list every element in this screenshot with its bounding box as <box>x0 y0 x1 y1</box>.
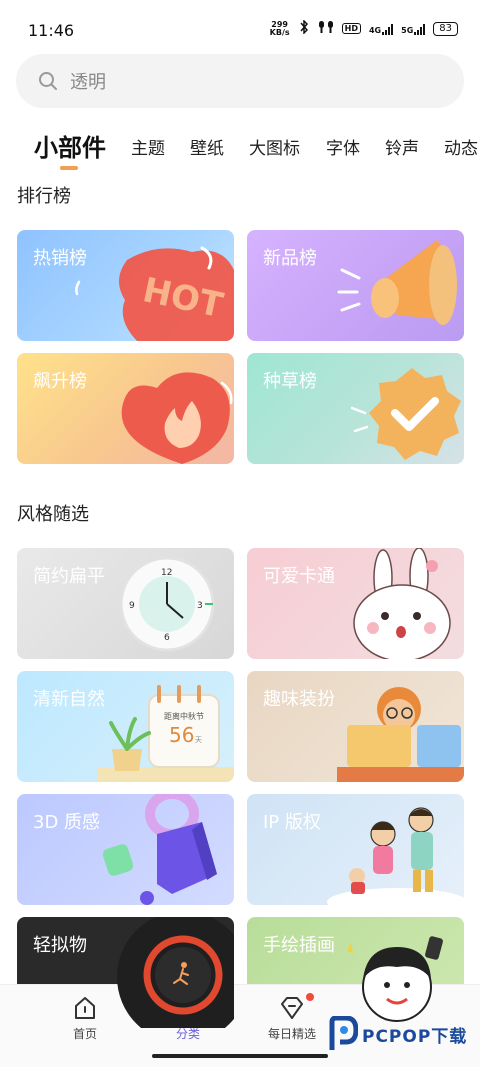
signal-5g: 5G <box>401 23 426 35</box>
tab-indicator <box>60 166 78 170</box>
card-label: 飙升榜 <box>33 371 87 392</box>
tab-wallpapers[interactable]: 壁纸 <box>190 134 224 159</box>
card-label: 趣味装扮 <box>263 689 335 710</box>
card-label: 手绘插画 <box>263 935 335 956</box>
card-rising[interactable]: 飙升榜 <box>17 353 234 464</box>
card-cute-cartoon[interactable]: 可爱卡通 <box>247 548 464 659</box>
card-ip-copyright[interactable]: IP 版权 <box>247 794 464 905</box>
card-label: IP 版权 <box>263 812 321 833</box>
card-label: 种草榜 <box>263 371 317 392</box>
network-speed: 299 KB/s <box>269 20 290 37</box>
search-icon <box>39 72 57 90</box>
tab-widgets[interactable]: 小部件 <box>34 128 106 163</box>
card-label: 新品榜 <box>263 248 317 269</box>
card-label: 3D 质感 <box>33 812 101 833</box>
section-title-style: 风格随选 <box>17 504 89 525</box>
card-new-products[interactable]: 新品榜 <box>247 230 464 341</box>
clock-6: 6 <box>164 633 170 643</box>
card-hot-sales[interactable]: 热销榜 HOT <box>17 230 234 341</box>
speed-unit: KB/s <box>269 27 290 37</box>
clock-9: 9 <box>129 601 135 611</box>
signal-4g: 4G <box>368 23 394 35</box>
card-3d-texture[interactable]: 3D 质感 <box>17 794 234 905</box>
card-neumorphic[interactable]: 轻拟物 <box>17 917 234 1028</box>
bluetooth-icon <box>298 19 310 37</box>
card-fresh-nature[interactable]: 清新自然 距离中秋节 56 天 <box>17 671 234 782</box>
home-indicator[interactable] <box>152 1054 328 1058</box>
card-hand-drawn[interactable]: 手绘插画 <box>247 917 464 1028</box>
net-5g-label: 5G <box>401 25 414 35</box>
category-tabs: 小部件 主题 壁纸 大图标 字体 铃声 动态 <box>0 124 480 172</box>
earbuds-icon <box>318 20 334 37</box>
tab-ringtones[interactable]: 铃声 <box>385 134 419 159</box>
hd-badge: HD <box>341 23 361 34</box>
tab-dynamic[interactable]: 动态 <box>444 134 478 159</box>
search-bar[interactable]: 透明 <box>16 54 464 108</box>
card-label: 简约扁平 <box>33 566 105 587</box>
tab-big-icons[interactable]: 大图标 <box>249 134 300 159</box>
clock-3: 3 <box>197 601 203 611</box>
card-label: 热销榜 <box>33 248 87 269</box>
section-title-rank: 排行榜 <box>17 186 71 207</box>
card-label: 轻拟物 <box>33 935 87 956</box>
calendar-number: 56 <box>169 723 194 747</box>
card-recommend[interactable]: 种草榜 <box>247 353 464 464</box>
tab-fonts[interactable]: 字体 <box>326 134 360 159</box>
net-4g-label: 4G <box>368 25 382 35</box>
card-minimal-flat[interactable]: 简约扁平 12 3 6 9 <box>17 548 234 659</box>
card-label: 清新自然 <box>33 689 105 710</box>
status-time: 11:46 <box>28 21 75 40</box>
calendar-caption: 距离中秋节 <box>164 711 204 721</box>
status-icons: 299 KB/s HD 4G 5G 83 <box>269 19 458 37</box>
battery-indicator: 83 <box>433 21 458 36</box>
clock-12: 12 <box>161 568 172 578</box>
search-placeholder: 透明 <box>70 72 106 93</box>
status-bar: 11:46 299 KB/s HD 4G 5G 83 <box>0 0 480 56</box>
card-fun-dressup[interactable]: 趣味装扮 <box>247 671 464 782</box>
card-label: 可爱卡通 <box>263 566 335 587</box>
calendar-unit: 天 <box>195 736 202 744</box>
tab-themes[interactable]: 主题 <box>131 134 165 159</box>
